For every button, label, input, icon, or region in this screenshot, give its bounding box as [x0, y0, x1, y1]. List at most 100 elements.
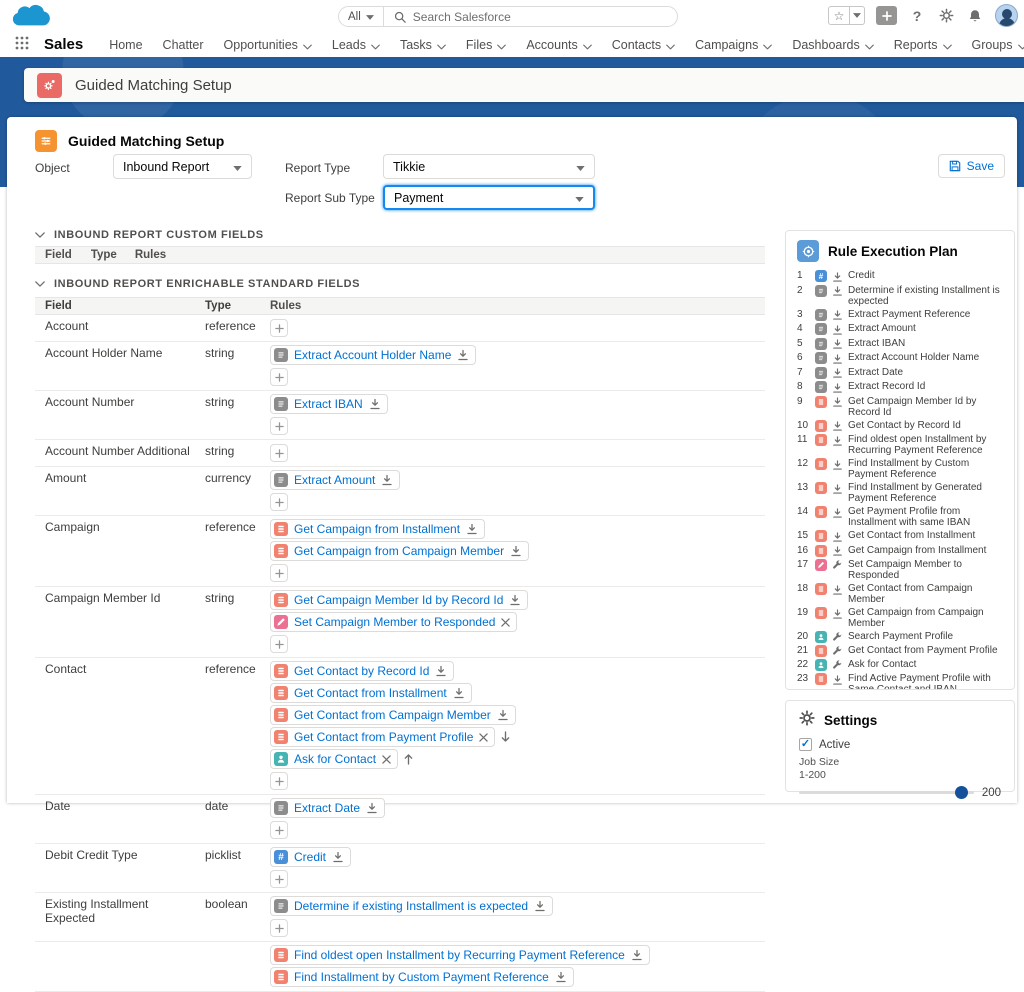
nav-tab-groups[interactable]: Groups [962, 32, 1024, 57]
download-icon[interactable] [832, 285, 843, 297]
rule-link[interactable]: Get Campaign from Campaign Member [294, 544, 504, 558]
rule-link[interactable]: Credit [294, 850, 326, 864]
download-icon[interactable] [832, 396, 843, 408]
nav-tab-files[interactable]: Files [456, 32, 516, 57]
add-rule-button[interactable] [270, 564, 288, 582]
chevron-down-icon[interactable] [371, 39, 380, 53]
chevron-down-icon[interactable] [583, 39, 592, 53]
chevron-down-icon[interactable] [865, 39, 874, 53]
add-rule-button[interactable] [270, 417, 288, 435]
add-rule-button[interactable] [270, 493, 288, 511]
rule-link[interactable]: Ask for Contact [294, 752, 376, 766]
move-up-icon[interactable] [404, 753, 413, 765]
download-icon[interactable] [631, 949, 643, 961]
nav-tab-leads[interactable]: Leads [322, 32, 390, 57]
favorites-dropdown-icon[interactable] [850, 6, 865, 25]
rule-link[interactable]: Set Campaign Member to Responded [294, 615, 495, 629]
chevron-down-icon[interactable] [437, 39, 446, 53]
save-button[interactable]: Save [938, 154, 1005, 178]
download-icon[interactable] [510, 545, 522, 557]
favorite-star-icon[interactable]: ☆ [828, 6, 850, 25]
rule-link[interactable]: Get Contact from Payment Profile [294, 730, 473, 744]
nav-tab-home[interactable]: Home [99, 32, 152, 57]
wrench-icon[interactable] [832, 660, 843, 670]
add-rule-button[interactable] [270, 444, 288, 462]
rule-link[interactable]: Get Contact from Campaign Member [294, 708, 491, 722]
job-size-slider[interactable] [799, 786, 974, 799]
remove-icon[interactable] [382, 755, 391, 764]
chevron-down-icon[interactable] [497, 39, 506, 53]
user-avatar[interactable] [995, 4, 1018, 27]
download-icon[interactable] [832, 435, 843, 447]
move-down-icon[interactable] [501, 731, 510, 743]
download-icon[interactable] [832, 483, 843, 495]
report-type-select[interactable]: Tikkie [383, 154, 595, 179]
rule-link[interactable]: Extract Account Holder Name [294, 348, 451, 362]
rule-link[interactable]: Extract IBAN [294, 397, 363, 411]
download-icon[interactable] [369, 398, 381, 410]
download-icon[interactable] [509, 594, 521, 606]
standard-fields-section-header[interactable]: INBOUND REPORT ENRICHABLE STANDARD FIELD… [35, 278, 360, 290]
download-icon[interactable] [832, 608, 843, 620]
chevron-down-icon[interactable] [303, 39, 312, 53]
chevron-down-icon[interactable] [943, 39, 952, 53]
download-icon[interactable] [832, 545, 843, 557]
nav-tab-opportunities[interactable]: Opportunities [214, 32, 322, 57]
nav-tab-chatter[interactable]: Chatter [153, 32, 214, 57]
download-icon[interactable] [366, 802, 378, 814]
global-actions-icon[interactable] [876, 6, 897, 25]
setup-gear-icon[interactable] [937, 7, 955, 25]
add-rule-button[interactable] [270, 919, 288, 937]
object-select[interactable]: Inbound Report [113, 154, 252, 179]
rule-link[interactable]: Determine if existing Installment is exp… [294, 899, 528, 913]
nav-tab-dashboards[interactable]: Dashboards [782, 32, 883, 57]
chevron-down-icon[interactable] [1018, 39, 1024, 53]
download-icon[interactable] [832, 324, 843, 336]
download-icon[interactable] [832, 353, 843, 365]
download-icon[interactable] [832, 309, 843, 321]
help-icon[interactable]: ? [908, 7, 926, 25]
nav-tab-contacts[interactable]: Contacts [602, 32, 685, 57]
rule-link[interactable]: Get Contact by Record Id [294, 664, 429, 678]
nav-tab-reports[interactable]: Reports [884, 32, 962, 57]
wrench-icon[interactable] [832, 632, 843, 642]
wrench-icon[interactable] [832, 646, 843, 656]
rule-link[interactable]: Find Installment by Custom Payment Refer… [294, 970, 549, 984]
rule-link[interactable]: Extract Amount [294, 473, 375, 487]
notifications-bell-icon[interactable] [966, 7, 984, 25]
download-icon[interactable] [832, 338, 843, 350]
custom-fields-section-header[interactable]: INBOUND REPORT CUSTOM FIELDS [35, 229, 264, 241]
download-icon[interactable] [832, 507, 843, 519]
add-rule-button[interactable] [270, 870, 288, 888]
remove-icon[interactable] [479, 733, 488, 742]
add-rule-button[interactable] [270, 319, 288, 337]
download-icon[interactable] [832, 271, 843, 283]
nav-tab-campaigns[interactable]: Campaigns [685, 32, 782, 57]
wrench-icon[interactable] [832, 560, 843, 570]
download-icon[interactable] [832, 420, 843, 432]
rule-link[interactable]: Extract Date [294, 801, 360, 815]
add-rule-button[interactable] [270, 772, 288, 790]
download-icon[interactable] [466, 523, 478, 535]
rule-link[interactable]: Get Contact from Installment [294, 686, 447, 700]
download-icon[interactable] [332, 851, 344, 863]
download-icon[interactable] [381, 474, 393, 486]
rule-link[interactable]: Find oldest open Installment by Recurrin… [294, 948, 625, 962]
download-icon[interactable] [435, 665, 447, 677]
remove-icon[interactable] [501, 618, 510, 627]
download-icon[interactable] [832, 584, 843, 596]
download-icon[interactable] [497, 709, 509, 721]
search-input[interactable] [413, 10, 667, 24]
add-rule-button[interactable] [270, 635, 288, 653]
download-icon[interactable] [832, 367, 843, 379]
add-rule-button[interactable] [270, 821, 288, 839]
download-icon[interactable] [555, 971, 567, 983]
download-icon[interactable] [832, 674, 843, 686]
download-icon[interactable] [832, 459, 843, 471]
download-icon[interactable] [534, 900, 546, 912]
slider-knob[interactable] [955, 786, 968, 799]
rule-link[interactable]: Get Campaign Member Id by Record Id [294, 593, 503, 607]
nav-tab-tasks[interactable]: Tasks [390, 32, 456, 57]
active-checkbox[interactable]: ✓ [799, 738, 812, 751]
chevron-down-icon[interactable] [763, 39, 772, 53]
